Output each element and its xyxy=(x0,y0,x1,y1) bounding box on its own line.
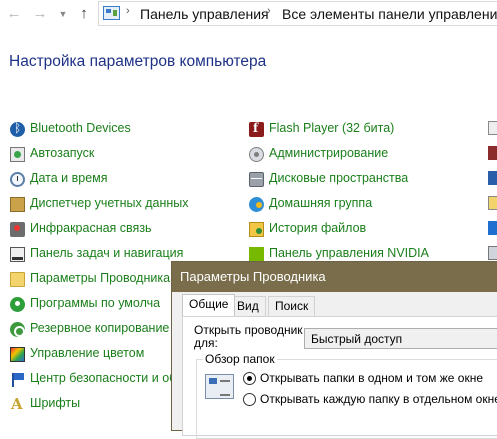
security-center-icon xyxy=(10,372,25,387)
general-tab-panel: Открыть проводник для: Быстрый доступ Об… xyxy=(182,316,497,439)
open-explorer-value: Быстрый доступ xyxy=(311,332,403,346)
arrow-up-icon: ↑ xyxy=(80,5,88,22)
clock-icon xyxy=(10,172,25,187)
taskbar-icon xyxy=(10,247,25,262)
browse-folders-icon xyxy=(205,374,234,399)
arrow-left-icon: ← xyxy=(6,5,22,22)
default-programs-icon xyxy=(10,297,25,312)
tab-search[interactable]: Поиск xyxy=(268,296,316,316)
storage-spaces-icon xyxy=(249,172,264,187)
color-management-icon xyxy=(10,347,25,362)
partial-item-icon[interactable] xyxy=(488,221,497,235)
radio-button-selected[interactable] xyxy=(243,372,256,385)
dialog-titlebar[interactable]: Параметры Проводника xyxy=(172,262,497,292)
address-bar: ← → ▼ ↑ › Панель управления › Все элемен… xyxy=(0,0,497,30)
tab-general[interactable]: Общие xyxy=(182,294,236,316)
chevron-right-icon: › xyxy=(126,5,130,17)
breadcrumb-all-items[interactable]: Все элементы панели управления xyxy=(282,6,497,22)
partial-item-icon[interactable] xyxy=(488,121,497,135)
autorun-icon xyxy=(10,147,25,162)
up-button[interactable]: ↑ xyxy=(73,4,95,24)
back-button[interactable]: ← xyxy=(3,4,25,24)
fonts-icon xyxy=(10,395,25,413)
arrow-right-icon: → xyxy=(32,5,48,22)
radio-button[interactable] xyxy=(243,393,256,406)
breadcrumb-control-panel[interactable]: Панель управления xyxy=(140,6,269,22)
admin-tools-icon xyxy=(249,147,264,162)
browse-folders-group: Обзор папок Открывать папки в одном и то… xyxy=(196,352,497,439)
explorer-options-dialog: Параметры Проводника Общие Вид Поиск Отк… xyxy=(171,261,497,439)
infrared-icon xyxy=(10,222,25,237)
recent-locations-button[interactable]: ▼ xyxy=(52,4,74,24)
forward-button[interactable]: → xyxy=(29,4,51,24)
backup-icon xyxy=(10,322,25,337)
dialog-title: Параметры Проводника xyxy=(180,269,326,284)
flash-icon xyxy=(249,121,264,137)
bluetooth-icon xyxy=(10,121,25,137)
breadcrumb[interactable]: › Панель управления › Все элементы панел… xyxy=(98,1,497,26)
chevron-right-icon: › xyxy=(267,5,271,17)
partial-item-icon[interactable] xyxy=(488,246,497,260)
partial-item-icon[interactable] xyxy=(488,171,497,185)
partial-item-icon[interactable] xyxy=(488,146,497,160)
chevron-down-icon: ▼ xyxy=(58,9,68,19)
open-explorer-label: Открыть проводник для: xyxy=(194,323,303,350)
credential-manager-icon xyxy=(10,197,25,212)
browse-folders-title: Обзор папок xyxy=(203,352,277,366)
file-history-icon xyxy=(249,222,264,237)
control-panel-icon xyxy=(103,6,120,20)
folder-options-icon xyxy=(10,272,25,287)
nvidia-icon xyxy=(249,247,264,262)
partial-item-icon[interactable] xyxy=(488,196,497,210)
homegroup-icon xyxy=(249,197,264,212)
page-title: Настройка параметров компьютера xyxy=(9,53,267,70)
open-explorer-select[interactable]: Быстрый доступ xyxy=(304,328,497,349)
